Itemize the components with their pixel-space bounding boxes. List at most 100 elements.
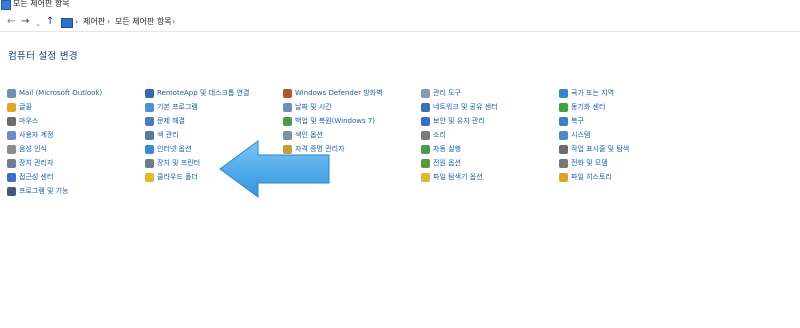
control-panel-item[interactable]: 클라우드 폴더 bbox=[145, 171, 198, 183]
power-options-icon bbox=[421, 158, 430, 168]
breadcrumb-control-panel[interactable]: 제어판 bbox=[83, 17, 105, 27]
control-panel-item-label: 글꼴 bbox=[19, 103, 32, 111]
control-panel-item[interactable]: 장치 관리자 bbox=[7, 157, 53, 169]
recent-locations-chevron-icon[interactable]: ⌄ bbox=[35, 18, 41, 30]
troubleshooting-icon bbox=[145, 116, 154, 126]
control-panel-item-label: 동기화 센터 bbox=[571, 103, 606, 111]
control-panel-item-label: 클라우드 폴더 bbox=[157, 173, 198, 181]
control-panel-item[interactable]: 국가 또는 지역 bbox=[559, 87, 614, 99]
control-panel-item-label: 프로그램 및 기능 bbox=[19, 187, 69, 195]
control-panel-item-label: 날짜 및 시간 bbox=[295, 103, 332, 111]
control-panel-item[interactable]: 장치 및 프린터 bbox=[145, 157, 200, 169]
control-panel-item[interactable]: 글꼴 bbox=[7, 101, 32, 113]
control-panel-item-label: Windows Defender 방화벽 bbox=[295, 89, 383, 97]
control-panel-item-label: 파일 히스토리 bbox=[571, 173, 612, 181]
navigation-bar: ← → ⌄ ↑ › 제어판 › 모든 제어판 항목 › bbox=[0, 14, 800, 32]
system-icon bbox=[559, 130, 568, 140]
control-panel-item[interactable]: 소리 bbox=[421, 129, 446, 141]
control-panel-item[interactable]: 백업 및 복원(Windows 7) bbox=[283, 115, 375, 127]
taskbar-navigation-icon bbox=[559, 144, 568, 154]
up-arrow-icon[interactable]: ↑ bbox=[46, 16, 54, 28]
control-panel-item[interactable]: 작업 표시줄 및 탐색 bbox=[559, 143, 629, 155]
control-panel-item[interactable]: 프로그램 및 기능 bbox=[7, 185, 69, 197]
control-panel-item-label: 문제 해결 bbox=[157, 117, 185, 125]
backup-restore-icon bbox=[283, 116, 292, 126]
control-panel-item-label: 관리 도구 bbox=[433, 89, 461, 97]
control-panel-item[interactable]: 날짜 및 시간 bbox=[283, 101, 332, 113]
default-programs-icon bbox=[145, 102, 154, 112]
control-panel-item-label: 자동 실행 bbox=[433, 145, 461, 153]
control-panel-item[interactable]: 복구 bbox=[559, 115, 584, 127]
region-icon bbox=[559, 88, 568, 98]
control-panel-item-label: 네트워크 및 공유 센터 bbox=[433, 103, 498, 111]
breadcrumb-separator-icon: › bbox=[75, 17, 79, 26]
control-panel-item[interactable]: 기본 프로그램 bbox=[145, 101, 198, 113]
date-time-icon bbox=[283, 102, 292, 112]
control-panel-item[interactable]: 음성 인식 bbox=[7, 143, 47, 155]
control-panel-item[interactable]: Windows Defender 방화벽 bbox=[283, 87, 383, 99]
control-panel-item[interactable]: 동기화 센터 bbox=[559, 101, 605, 113]
control-panel-item-label: 전화 및 모뎀 bbox=[571, 159, 608, 167]
control-panel-item[interactable]: 접근성 센터 bbox=[7, 171, 53, 183]
control-panel-icon bbox=[1, 0, 11, 10]
control-panel-item-label: 국가 또는 지역 bbox=[571, 89, 615, 97]
control-panel-item-label: 접근성 센터 bbox=[19, 173, 54, 181]
control-panel-item-label: 복구 bbox=[571, 117, 584, 125]
control-panel-item-label: 기본 프로그램 bbox=[157, 103, 198, 111]
file-explorer-options-icon bbox=[421, 172, 430, 182]
control-panel-item[interactable]: Mail (Microsoft Outlook) bbox=[7, 87, 102, 99]
control-panel-item[interactable]: 전원 옵션 bbox=[421, 157, 461, 169]
device-manager-icon bbox=[7, 158, 16, 168]
control-panel-item-label: 작업 표시줄 및 탐색 bbox=[571, 145, 630, 153]
control-panel-item-label: 마우스 bbox=[19, 117, 39, 125]
window-title: 모든 제어판 항목 bbox=[13, 0, 70, 8]
control-panel-item-label: 사용자 계정 bbox=[19, 131, 54, 139]
breadcrumb-all-items[interactable]: 모든 제어판 항목 bbox=[115, 17, 172, 27]
cloud-folder-icon bbox=[145, 172, 154, 182]
network-sharing-icon bbox=[421, 102, 430, 112]
sync-center-icon bbox=[559, 102, 568, 112]
control-panel-item-label: 파일 탐색기 옵션 bbox=[433, 173, 483, 181]
control-panel-item[interactable]: 자동 실행 bbox=[421, 143, 461, 155]
firewall-icon bbox=[283, 88, 292, 98]
control-panel-item[interactable]: 전화 및 모뎀 bbox=[559, 157, 608, 169]
control-panel-item-label: Mail (Microsoft Outlook) bbox=[19, 89, 103, 97]
address-bar-icon bbox=[61, 18, 73, 28]
internet-options-icon bbox=[145, 144, 154, 154]
control-panel-item[interactable]: 시스템 bbox=[559, 129, 590, 141]
forward-arrow-icon[interactable]: → bbox=[21, 16, 29, 28]
mail-icon bbox=[7, 88, 16, 98]
control-panel-item[interactable]: 파일 탐색기 옵션 bbox=[421, 171, 483, 183]
breadcrumb-separator-icon: › bbox=[172, 17, 176, 26]
control-panel-item[interactable]: 파일 히스토리 bbox=[559, 171, 612, 183]
control-panel-item-label: 전원 옵션 bbox=[433, 159, 461, 167]
recovery-icon bbox=[559, 116, 568, 126]
control-panel-item[interactable]: 네트워크 및 공유 센터 bbox=[421, 101, 498, 113]
control-panel-item-label: 인터넷 옵션 bbox=[157, 145, 192, 153]
control-panel-item[interactable]: 색 관리 bbox=[145, 129, 179, 141]
control-panel-item-label: 색 관리 bbox=[157, 131, 179, 139]
user-accounts-icon bbox=[7, 130, 16, 140]
control-panel-item[interactable]: 문제 해결 bbox=[145, 115, 185, 127]
remoteapp-icon bbox=[145, 88, 154, 98]
control-panel-item-label: RemoteApp 및 데스크톱 연결 bbox=[157, 89, 250, 97]
speech-recognition-icon bbox=[7, 144, 16, 154]
control-panel-item[interactable]: 사용자 계정 bbox=[7, 129, 53, 141]
fonts-icon bbox=[7, 102, 16, 112]
control-panel-item[interactable]: 인터넷 옵션 bbox=[145, 143, 191, 155]
devices-printers-icon bbox=[145, 158, 154, 168]
autoplay-icon bbox=[421, 144, 430, 154]
control-panel-item-label: 백업 및 복원(Windows 7) bbox=[295, 117, 376, 125]
control-panel-item-label: 장치 및 프린터 bbox=[157, 159, 201, 167]
back-arrow-icon[interactable]: ← bbox=[7, 16, 15, 28]
control-panel-item[interactable]: 마우스 bbox=[7, 115, 38, 127]
control-panel-item[interactable]: RemoteApp 및 데스크톱 연결 bbox=[145, 87, 249, 99]
control-panel-item[interactable]: 보안 및 유지 관리 bbox=[421, 115, 485, 127]
control-panel-item-label: 보안 및 유지 관리 bbox=[433, 117, 485, 125]
control-panel-item[interactable]: 관리 도구 bbox=[421, 87, 461, 99]
pointing-arrow-icon bbox=[219, 140, 330, 198]
control-panel-item-label: 소리 bbox=[433, 131, 446, 139]
programs-features-icon bbox=[7, 186, 16, 196]
ease-of-access-icon bbox=[7, 172, 16, 182]
phone-modem-icon bbox=[559, 158, 568, 168]
